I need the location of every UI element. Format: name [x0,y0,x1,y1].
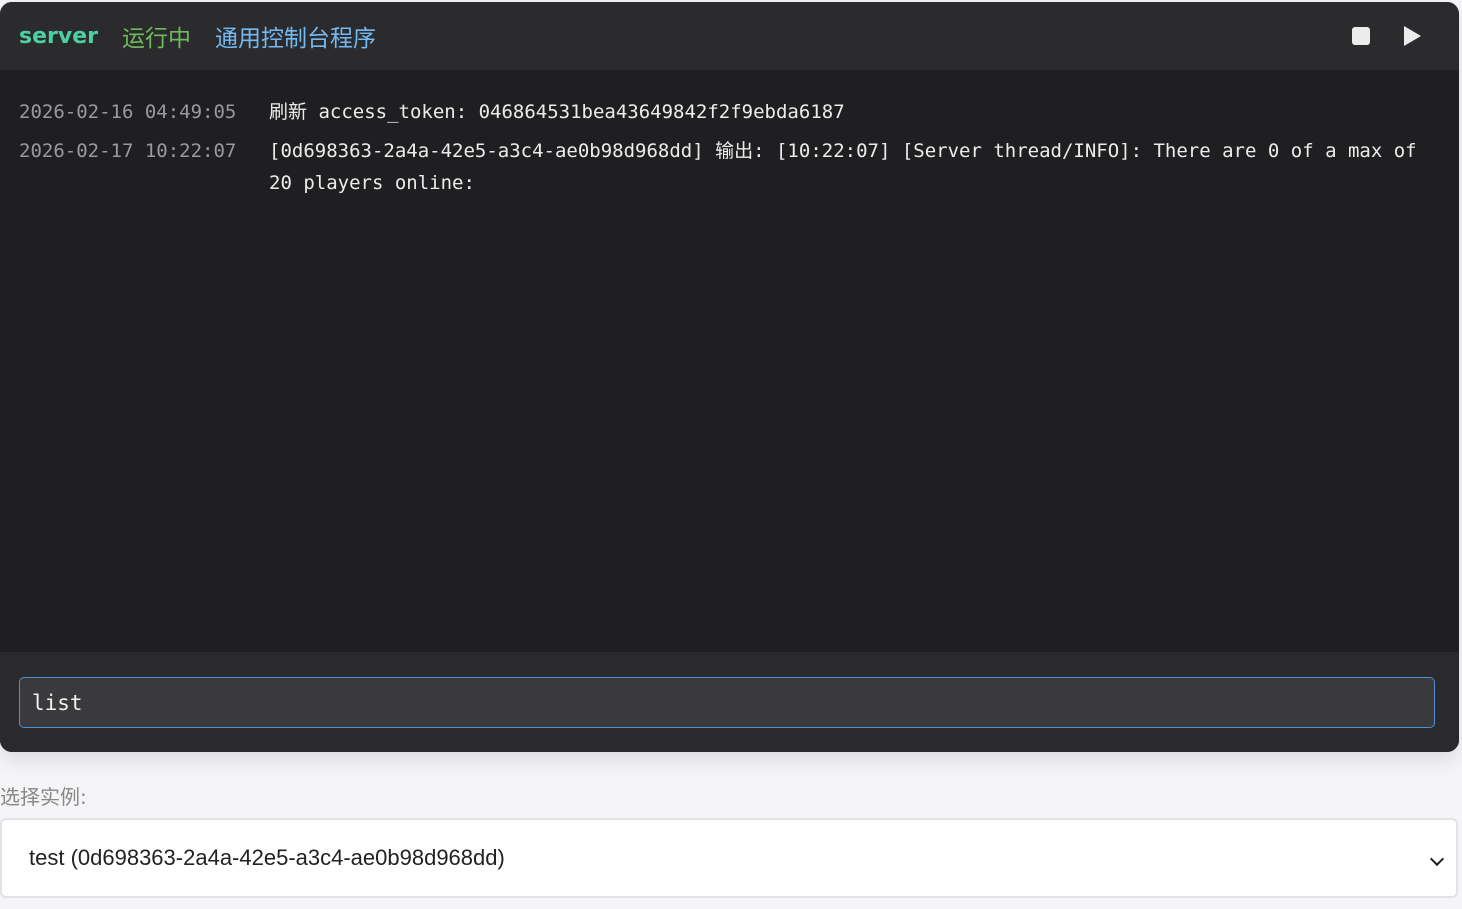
status-label: 运行中 [121,26,191,52]
console-panel: server 运行中 通用控制台程序 2026-02-16 04:49:05 刷… [0,2,1459,752]
server-name: server [19,23,98,49]
chevron-down-icon [1429,851,1445,867]
log-entry: 2026-02-16 04:49:05 刷新 access_token: 046… [19,96,1439,128]
command-bar [0,652,1459,752]
log-timestamp: 2026-02-17 10:22:07 [19,140,237,162]
stop-icon[interactable] [1352,27,1370,45]
command-input[interactable] [19,677,1435,728]
instance-select-value: test (0d698363-2a4a-42e5-a3c4-ae0b98d968… [29,845,505,870]
log-entry: 2026-02-17 10:22:07 [0d698363-2a4a-42e5-… [19,135,1439,199]
instance-select[interactable]: test (0d698363-2a4a-42e5-a3c4-ae0b98d968… [0,818,1458,898]
instance-select-label: 选择实例: [0,785,87,809]
log-message: 刷新 access_token: 046864531bea43649842f2f… [269,101,845,123]
log-timestamp: 2026-02-16 04:49:05 [19,101,237,123]
console-header: server 运行中 通用控制台程序 [0,2,1459,70]
program-type: 通用控制台程序 [214,26,376,52]
log-message: [0d698363-2a4a-42e5-a3c4-ae0b98d968dd] 输… [269,140,1417,194]
play-icon[interactable] [1404,26,1421,46]
console-log: 2026-02-16 04:49:05 刷新 access_token: 046… [0,70,1459,652]
